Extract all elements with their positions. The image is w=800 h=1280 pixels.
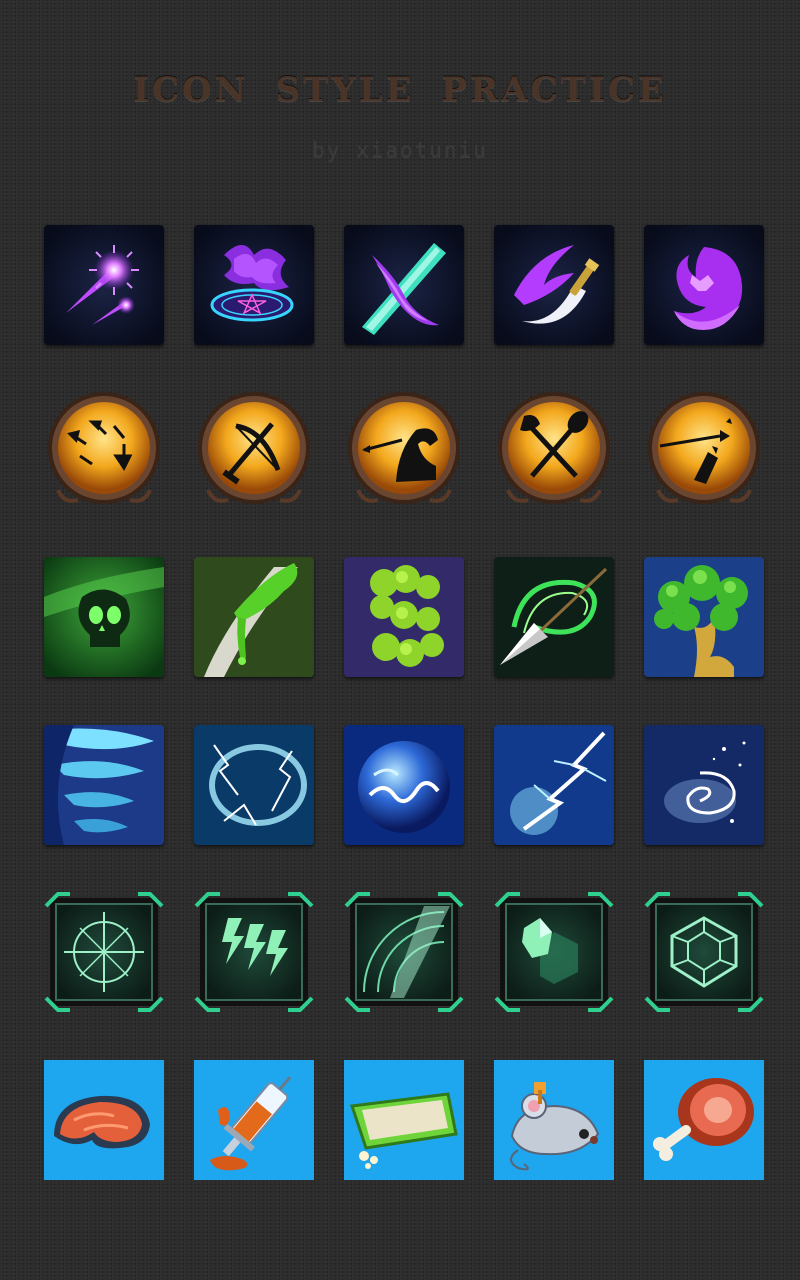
star-comet-icon — [44, 225, 164, 345]
sword-bow-crossed-icon — [194, 390, 314, 510]
gem-outline-icon — [644, 892, 764, 1012]
galaxy-spiral-icon — [644, 725, 764, 845]
arrow-flex-arm-icon — [344, 390, 464, 510]
scythe-slash-icon — [494, 225, 614, 345]
poison-skull-icon — [44, 557, 164, 677]
syringe-potion-icon — [194, 1060, 314, 1180]
icon-row-tech-frame — [44, 892, 764, 1012]
falling-arrows-icon — [44, 390, 164, 510]
water-orb-icon — [344, 725, 464, 845]
ham-leg-icon — [644, 1060, 764, 1180]
pentagram-portal-icon — [194, 225, 314, 345]
litter-box-icon — [344, 1060, 464, 1180]
icon-row-cartoon-items — [44, 1060, 764, 1180]
page-title: ICON STYLE PRACTICE — [133, 70, 667, 110]
crossed-crystal-blades-icon — [344, 225, 464, 345]
salmon-steak-icon — [44, 1060, 164, 1180]
sonar-sweep-icon — [344, 892, 464, 1012]
tree-of-life-icon — [644, 557, 764, 677]
triple-bolt-icon — [194, 892, 314, 1012]
arrowhead-swirl-icon — [494, 557, 614, 677]
toxic-cloud-icon — [344, 557, 464, 677]
hexagon-crystal-icon — [494, 892, 614, 1012]
wind-up-mouse-icon — [494, 1060, 614, 1180]
icon-row-green-nature — [44, 557, 764, 677]
arrow-shatter-icon — [644, 390, 764, 510]
crosshair-radar-icon — [44, 892, 164, 1012]
icon-row-purple-magic — [44, 225, 764, 345]
whirlwind-icon — [44, 725, 164, 845]
icon-row-blue-storm — [44, 725, 764, 845]
lightning-strike-icon — [494, 725, 614, 845]
icon-row-golden-orb — [44, 390, 764, 510]
bat-spirit-icon — [644, 225, 764, 345]
venom-blade-icon — [194, 557, 314, 677]
lightning-ring-icon — [194, 725, 314, 845]
page-subtitle: by xiaotuniu — [312, 138, 488, 162]
axe-mace-crossed-icon — [494, 390, 614, 510]
